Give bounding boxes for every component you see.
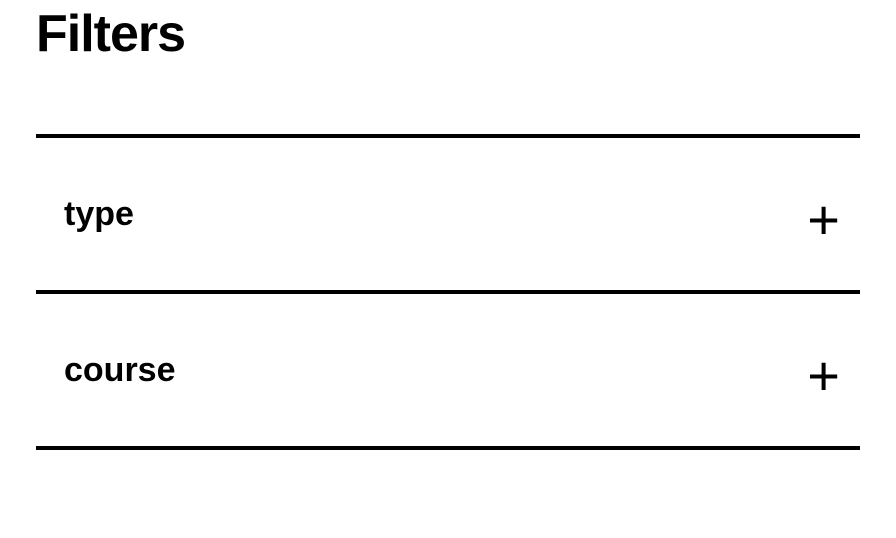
filter-row-type[interactable]: type + bbox=[36, 138, 860, 294]
plus-icon: + bbox=[807, 192, 840, 248]
plus-icon: + bbox=[807, 348, 840, 404]
filter-label: type bbox=[64, 195, 134, 234]
page-title: Filters bbox=[36, 4, 860, 64]
filters-list: type + course + bbox=[36, 134, 860, 450]
filter-label: course bbox=[64, 351, 176, 390]
filters-panel: Filters type + course + bbox=[0, 4, 896, 450]
filter-row-course[interactable]: course + bbox=[36, 294, 860, 450]
